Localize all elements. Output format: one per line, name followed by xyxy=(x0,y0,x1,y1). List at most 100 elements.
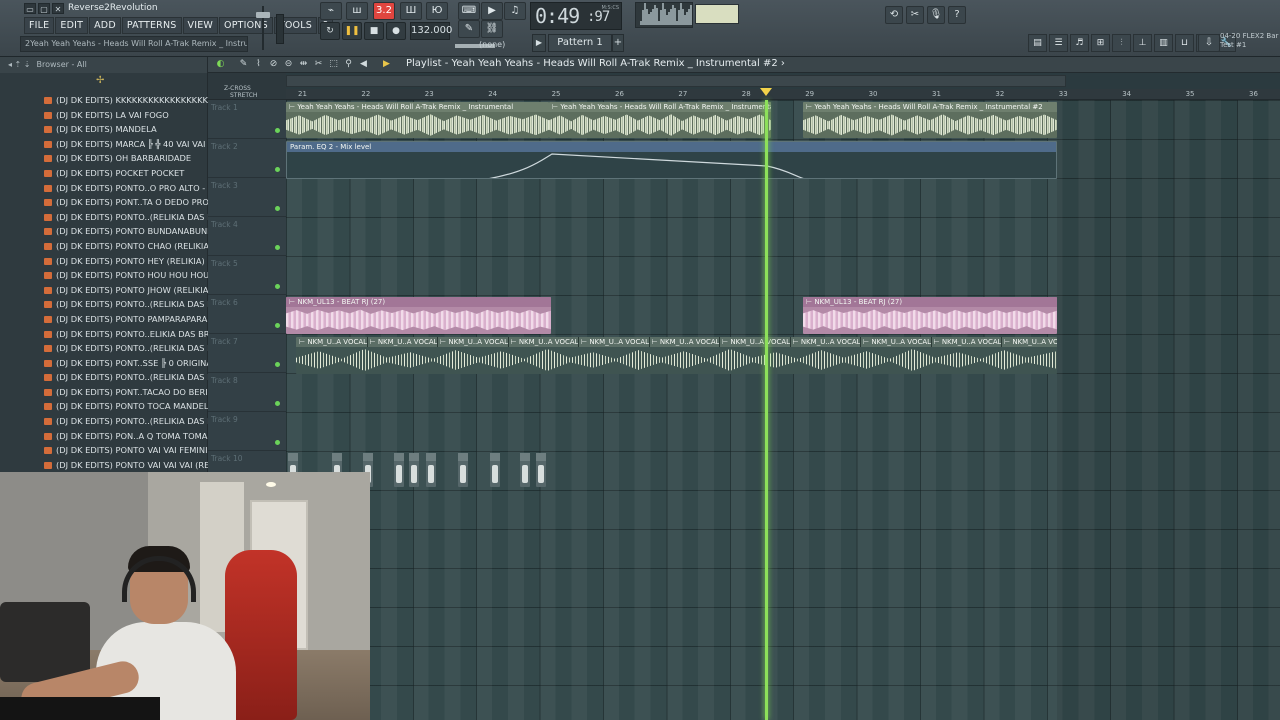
browser-item[interactable]: (DJ DK EDITS) PONT..TA O DEDO PRO ALTO xyxy=(0,195,208,210)
short-clip[interactable] xyxy=(409,453,419,487)
browser-item[interactable]: (DJ DK EDITS) POCKET POCKET xyxy=(0,166,208,181)
master-volume-slider[interactable] xyxy=(256,4,270,52)
playlist-grid[interactable]: ⊢ Yeah Yeah Yeahs - Heads Will Roll A-Tr… xyxy=(286,100,1280,720)
track-header[interactable]: Track 9 xyxy=(208,412,286,451)
clip-vocal-chops[interactable]: ⊢ NKM_U..A VOCAL ⊢ NKM_U..A VOCAL ⊢ NKM_U.… xyxy=(296,337,1057,374)
clip-beat-a[interactable]: ⊢ NKM_UL13 - BEAT RJ (27) xyxy=(286,297,551,334)
browser-pin-icon[interactable]: ✢ xyxy=(96,75,104,86)
snap-icon[interactable]: ◐ xyxy=(214,58,227,71)
clip-instrumental-c[interactable]: ⊢ Yeah Yeah Yeahs - Heads Will Roll A-Tr… xyxy=(803,102,1057,138)
plugin-icon[interactable]: ⊔ xyxy=(1175,34,1194,52)
pencil-tool-icon[interactable]: ✎ xyxy=(237,58,250,71)
browser-item[interactable]: (DJ DK EDITS) PONTO..(RELIKIA DAS BRABA) xyxy=(0,210,208,225)
mute-tool-icon[interactable]: ⊝ xyxy=(282,58,295,71)
track-header[interactable]: Track 7 xyxy=(208,334,286,373)
pattern-prev-button[interactable]: ▶ xyxy=(532,34,546,52)
link-icon[interactable]: ⛓ xyxy=(481,20,503,38)
track-enable-led[interactable] xyxy=(275,362,280,367)
browser-item[interactable]: (DJ DK EDITS) PONTO..(RELIKIA DAS BRABA) xyxy=(0,297,208,312)
browser-item[interactable]: (DJ DK EDITS) PONTO VAI VAI FEMININO xyxy=(0,443,208,458)
short-clip[interactable] xyxy=(394,453,404,487)
browser-icon[interactable]: ⊥ xyxy=(1133,34,1152,52)
browser-item[interactable]: (DJ DK EDITS) PONTO TOCA MANDELAO xyxy=(0,399,208,414)
track-header[interactable]: Track 8 xyxy=(208,373,286,412)
countdown-icon[interactable]: Ю xyxy=(426,2,448,20)
browser-item[interactable]: (DJ DK EDITS) PONTO PAMPARAPARAM xyxy=(0,312,208,327)
wait-input-icon[interactable]: Ш xyxy=(400,2,422,20)
time-display[interactable]: 0:49 :97 M:S:CS xyxy=(530,2,622,30)
track-enable-led[interactable] xyxy=(275,245,280,250)
download-icon[interactable]: ⇩ xyxy=(1198,34,1220,52)
tools-icon[interactable]: ✂ xyxy=(906,6,924,24)
timeline-ruler[interactable]: 21 22 23 24 25 26 27 28 29 30 31 32 33 34 35 36 xyxy=(286,89,1280,100)
browser-item[interactable]: (DJ DK EDITS) OH BARBARIDADE xyxy=(0,151,208,166)
browser-nav-icon[interactable]: ◂ ⇡ ⇣ xyxy=(8,57,31,73)
blend-notes-icon[interactable]: ♫ xyxy=(504,2,526,20)
track-header[interactable]: Track 1 xyxy=(208,100,286,139)
step-edit-icon[interactable]: ▶ xyxy=(481,2,503,20)
slice-tool-icon[interactable]: ✂ xyxy=(312,58,325,71)
project-icon[interactable]: ▥ xyxy=(1154,34,1173,52)
pattern-selector[interactable]: Pattern 1 xyxy=(548,34,612,52)
typing-keyboard-icon[interactable]: ⌨ xyxy=(458,2,480,20)
menu-view[interactable]: VIEW xyxy=(182,17,219,34)
stop-button[interactable]: ■ xyxy=(364,22,384,40)
select-tool-icon[interactable]: ⬚ xyxy=(327,58,340,71)
browser-item[interactable]: (DJ DK EDITS) PONTO..(RELIKIA DAS BRABA) xyxy=(0,341,208,356)
pattern-song-icon[interactable]: ⌁ xyxy=(320,2,342,20)
track-enable-led[interactable] xyxy=(275,401,280,406)
help-icon[interactable]: ? xyxy=(948,6,966,24)
playlist-play-icon[interactable]: ▶ xyxy=(380,58,393,71)
short-clip[interactable] xyxy=(458,453,468,487)
loop-record-icon[interactable]: ↻ xyxy=(320,22,340,40)
track-header[interactable]: Track 6 xyxy=(208,295,286,334)
playhead-marker[interactable] xyxy=(760,88,772,96)
short-clip[interactable] xyxy=(536,453,546,487)
short-clip[interactable] xyxy=(426,453,436,487)
track-header[interactable]: Track 4 xyxy=(208,217,286,256)
song-position-display[interactable]: 3.2 xyxy=(373,2,395,20)
clip-beat-b[interactable]: ⊢ NKM_UL13 - BEAT RJ (27) xyxy=(803,297,1057,334)
news-panel[interactable]: 04-20 FLEX2 Bar Test #1 xyxy=(1220,32,1280,54)
browser-item[interactable]: (DJ DK EDITS) PONTO HEY (RELIKIA) xyxy=(0,254,208,269)
short-clip[interactable] xyxy=(490,453,500,487)
tempo-display[interactable]: 132.000 xyxy=(410,22,452,40)
browser-item[interactable]: (DJ DK EDITS) PONTO JHOW (RELIKIA) xyxy=(0,283,208,298)
browser-item[interactable]: (DJ DK EDITS) PONTO..ELIKIA DAS BRABA 2) xyxy=(0,327,208,342)
master-pitch-slider[interactable] xyxy=(276,14,284,44)
track-enable-led[interactable] xyxy=(275,167,280,172)
browser-item[interactable]: (DJ DK EDITS) PONTO..(RELIKIA DAS BRABA) xyxy=(0,370,208,385)
menu-add[interactable]: ADD xyxy=(89,17,121,34)
browser-item[interactable]: (DJ DK EDITS) MARCA ╠ ╬ 40 VAI VAI VAI xyxy=(0,137,208,152)
browser-item[interactable]: (DJ DK EDITS) PONT..TACAO DO BERIMBAU xyxy=(0,385,208,400)
eq-icon[interactable]: ⫶ xyxy=(1112,34,1131,52)
track-header[interactable]: Track 2 xyxy=(208,139,286,178)
browser-item[interactable]: (DJ DK EDITS) KKKKKKKKKKKKKKKKKK xyxy=(0,93,208,108)
mixer-icon[interactable]: ⊞ xyxy=(1091,34,1110,52)
short-clip[interactable] xyxy=(520,453,530,487)
metronome-icon[interactable]: ш xyxy=(346,2,368,20)
playhead[interactable] xyxy=(765,100,768,720)
browser-item[interactable]: (DJ DK EDITS) PONTO CHAO (RELIKIA) xyxy=(0,239,208,254)
clip-instrumental-a[interactable]: ⊢ Yeah Yeah Yeahs - Heads Will Roll A-Tr… xyxy=(286,102,549,138)
piano-roll-icon[interactable]: ♬ xyxy=(1070,34,1089,52)
channel-rack-icon[interactable]: ☰ xyxy=(1049,34,1068,52)
track-enable-led[interactable] xyxy=(275,284,280,289)
maximize-button[interactable]: ▢ xyxy=(38,3,50,14)
undo-icon[interactable]: ⟲ xyxy=(885,6,903,24)
browser-item[interactable]: (DJ DK EDITS) PONTO HOU HOU HOU xyxy=(0,268,208,283)
playlist-overview-scrollbar[interactable] xyxy=(286,75,1066,87)
track-enable-led[interactable] xyxy=(275,323,280,328)
track-enable-led[interactable] xyxy=(275,440,280,445)
clip-automation[interactable]: Param. EQ 2 - Mix level xyxy=(286,141,1057,179)
playback-tool-icon[interactable]: ◀ xyxy=(357,58,370,71)
track-header[interactable]: Track 5 xyxy=(208,256,286,295)
close-button[interactable]: ✕ xyxy=(52,3,64,14)
menu-patterns[interactable]: PATTERNS xyxy=(121,17,182,34)
record-button[interactable]: ● xyxy=(386,22,406,40)
track-enable-led[interactable] xyxy=(275,206,280,211)
browser-item[interactable]: (DJ DK EDITS) PONTO..O PRO ALTO - Part_1 xyxy=(0,181,208,196)
track-enable-led[interactable] xyxy=(275,128,280,133)
pause-button[interactable]: ❚❚ xyxy=(342,22,362,40)
browser-item[interactable]: (DJ DK EDITS) PONTO VAI VAI VAI (RELIKIA… xyxy=(0,458,208,473)
